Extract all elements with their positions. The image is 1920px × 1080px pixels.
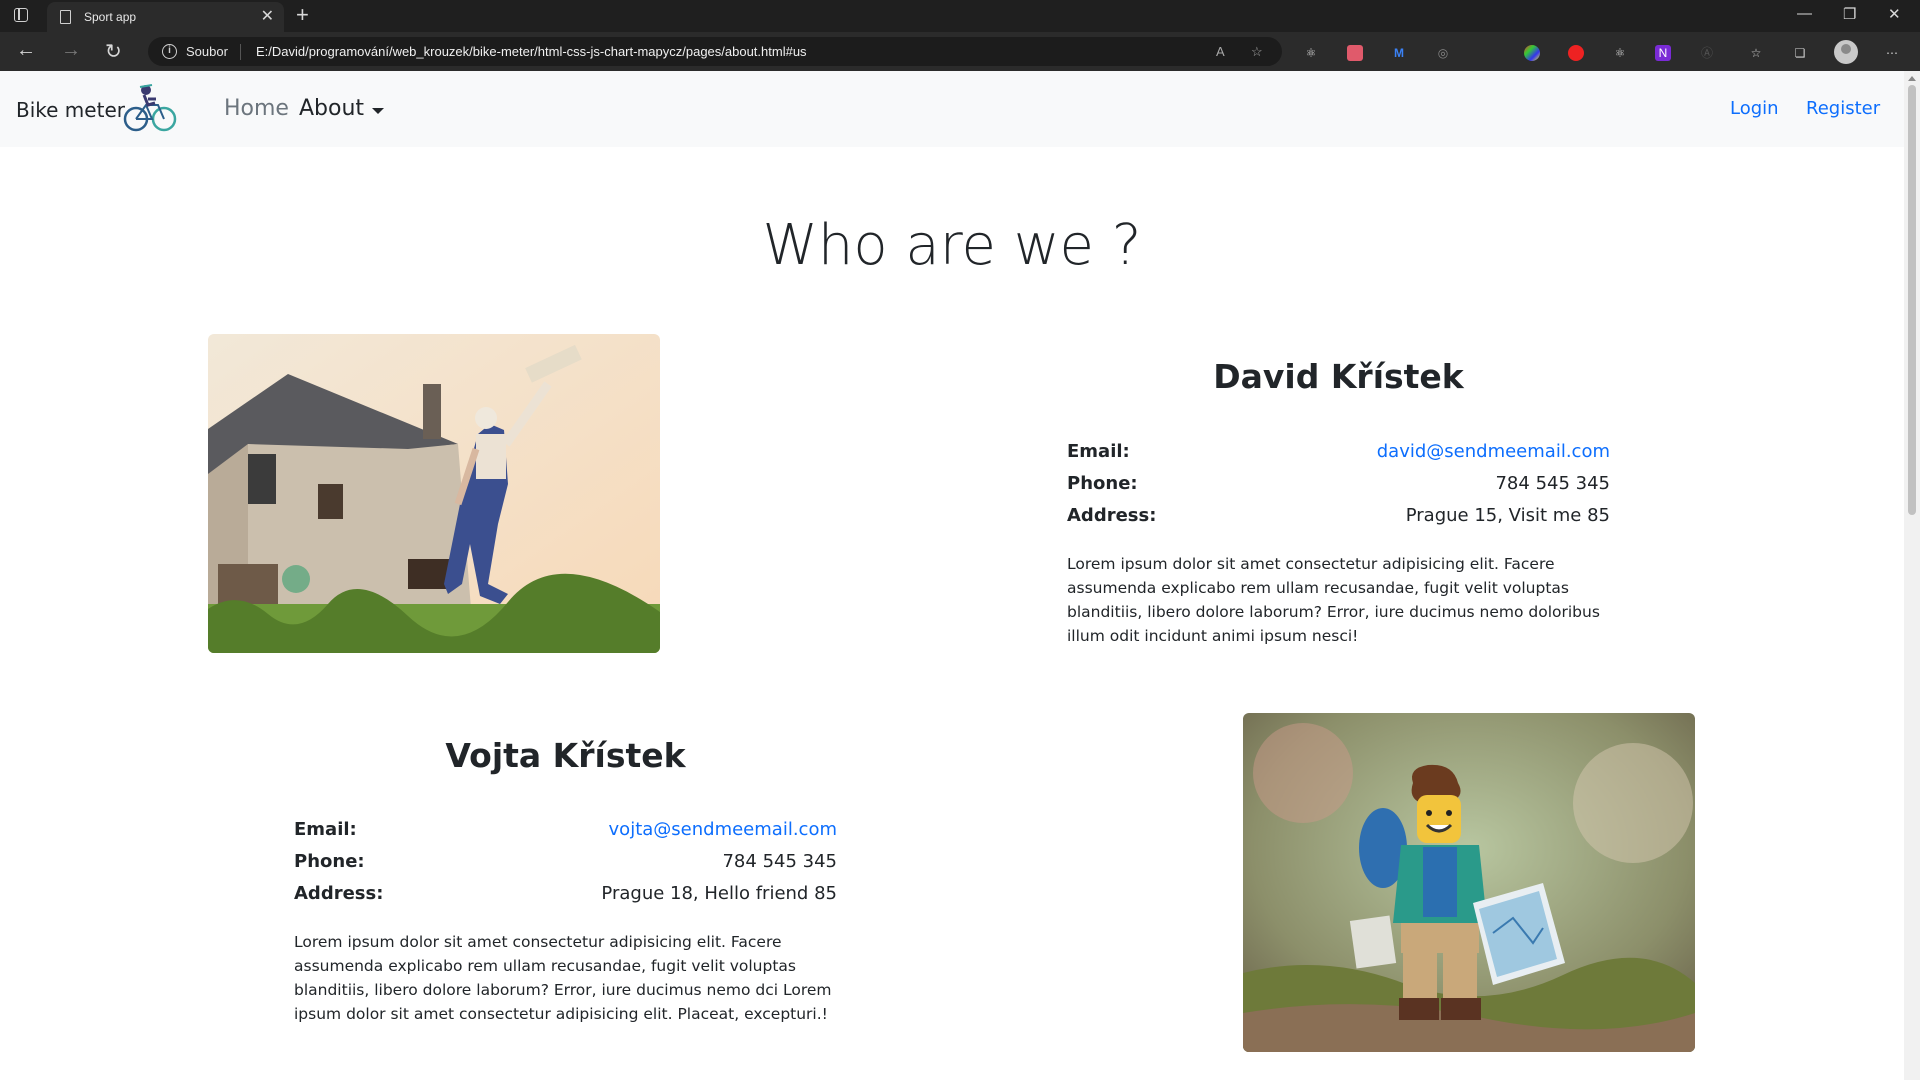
- page-icon: [60, 10, 71, 24]
- favorite-add-icon[interactable]: ☆: [1251, 44, 1263, 60]
- address-value: Prague 18, Hello friend 85: [601, 883, 837, 904]
- page-scrollbar[interactable]: [1904, 71, 1920, 1080]
- browser-tab-bar: Sport app ✕ + — ❐ ✕: [0, 0, 1920, 32]
- nav-about-dropdown[interactable]: About: [299, 96, 364, 121]
- phone-row: Phone: 784 545 345: [294, 851, 837, 877]
- browser-toolbar: ← → ↻ i Soubor E:/David/programování/web…: [0, 32, 1920, 71]
- site-navbar: Bike meter Home About Login Register: [0, 71, 1904, 147]
- phone-label: Phone:: [1067, 473, 1138, 494]
- extension-icon[interactable]: [1568, 45, 1584, 61]
- tab-title: Sport app: [84, 10, 137, 24]
- restore-icon[interactable]: ❐: [1843, 5, 1856, 23]
- extension-icon[interactable]: ⚛: [1303, 45, 1319, 61]
- forward-icon[interactable]: →: [61, 39, 81, 62]
- register-link[interactable]: Register: [1806, 98, 1880, 119]
- tab-close-icon[interactable]: ✕: [261, 6, 274, 26]
- page-title: Who are we ?: [762, 213, 1142, 278]
- person-photo-house: [208, 334, 660, 653]
- favorites-icon[interactable]: ☆: [1748, 45, 1764, 61]
- scrollbar-thumb[interactable]: [1908, 85, 1916, 515]
- person-bio: Lorem ipsum dolor sit amet consectetur a…: [1067, 555, 1600, 645]
- extension-icon[interactable]: [1524, 45, 1540, 61]
- extension-icon[interactable]: Ⓐ: [1699, 45, 1715, 61]
- email-label: Email:: [294, 819, 357, 840]
- scroll-up-icon[interactable]: [1908, 76, 1916, 81]
- collections-icon[interactable]: ❏: [1792, 45, 1808, 61]
- extension-icon[interactable]: ◎: [1435, 45, 1451, 61]
- email-row: Email: vojta@sendmeemail.com: [294, 819, 837, 845]
- person-bio: Lorem ipsum dolor sit amet consectetur a…: [294, 933, 832, 1023]
- url-divider: [240, 44, 241, 60]
- person-name: Vojta Křístek: [445, 736, 686, 775]
- extension-icon[interactable]: N: [1655, 45, 1671, 61]
- tab-actions-icon[interactable]: [14, 8, 28, 22]
- login-link[interactable]: Login: [1730, 98, 1779, 119]
- close-window-icon[interactable]: ✕: [1888, 5, 1901, 23]
- address-bar[interactable]: i Soubor E:/David/programování/web_krouz…: [148, 37, 1282, 66]
- email-label: Email:: [1067, 441, 1130, 462]
- back-icon[interactable]: ←: [16, 39, 36, 62]
- phone-value: 784 545 345: [722, 851, 837, 872]
- bike-logo-icon[interactable]: [122, 81, 178, 135]
- extension-icon[interactable]: M: [1391, 45, 1407, 61]
- extension-icon[interactable]: ⚛: [1612, 45, 1628, 61]
- address-label: Address:: [294, 883, 384, 904]
- person-photo-lego: [1243, 713, 1695, 1052]
- phone-row: Phone: 784 545 345: [1067, 473, 1610, 499]
- url-scheme-label: Soubor: [186, 44, 228, 59]
- page-viewport: Bike meter Home About Login Register Who…: [0, 71, 1920, 1080]
- read-aloud-icon[interactable]: A: [1216, 44, 1225, 59]
- email-link[interactable]: vojta@sendmeemail.com: [609, 819, 837, 840]
- navbar-brand[interactable]: Bike meter: [16, 98, 125, 122]
- person-name: David Křístek: [1213, 357, 1464, 396]
- phone-label: Phone:: [294, 851, 365, 872]
- email-link[interactable]: david@sendmeemail.com: [1377, 441, 1610, 462]
- email-row: Email: david@sendmeemail.com: [1067, 441, 1610, 467]
- info-icon[interactable]: i: [162, 44, 177, 59]
- reload-icon[interactable]: ↻: [105, 39, 122, 64]
- chevron-down-icon[interactable]: [372, 108, 384, 114]
- browser-tab[interactable]: Sport app ✕: [47, 2, 284, 32]
- settings-menu-icon[interactable]: ⋯: [1884, 45, 1900, 61]
- address-row: Address: Prague 15, Visit me 85: [1067, 505, 1610, 531]
- address-label: Address:: [1067, 505, 1157, 526]
- url-text[interactable]: E:/David/programování/web_krouzek/bike-m…: [256, 44, 807, 59]
- phone-value: 784 545 345: [1495, 473, 1610, 494]
- address-value: Prague 15, Visit me 85: [1405, 505, 1610, 526]
- address-row: Address: Prague 18, Hello friend 85: [294, 883, 837, 909]
- nav-home-link[interactable]: Home: [224, 96, 289, 121]
- profile-avatar[interactable]: [1834, 40, 1858, 64]
- extension-icon[interactable]: [1347, 45, 1363, 61]
- new-tab-icon[interactable]: +: [296, 2, 309, 28]
- minimize-icon[interactable]: —: [1797, 5, 1812, 22]
